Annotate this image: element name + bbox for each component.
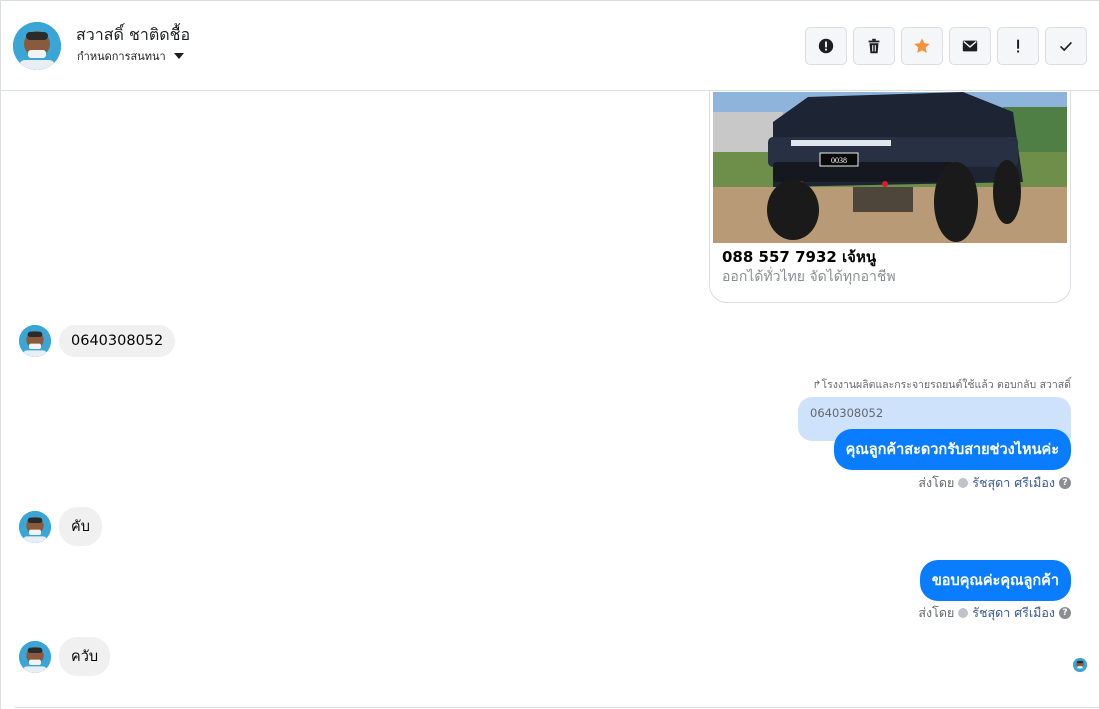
outgoing-message[interactable]: ขอบคุณค่ะคุณลูกค้า <box>919 560 1071 601</box>
spam-button[interactable] <box>997 27 1039 65</box>
incoming-message-row: คับ <box>19 507 102 546</box>
incoming-message[interactable]: คับ <box>59 507 102 546</box>
truck-image: 0038 <box>713 92 1067 243</box>
check-icon <box>1060 41 1072 52</box>
message-list[interactable]: 0038 088 557 7932 เจ้หนู ออกได้ทั่วไทย จ… <box>1 91 1099 709</box>
incoming-message[interactable]: 0640308052 <box>59 325 176 357</box>
star-button[interactable] <box>901 27 943 65</box>
conversation-window: สวาสดิ์ ชาติดชื้อ กำหนดการสนทนา 0038 088… <box>0 0 1099 709</box>
agent-status-icon <box>958 478 969 488</box>
mark-done-button[interactable] <box>1045 27 1087 65</box>
incoming-message-row: ควับ <box>19 637 111 676</box>
help-icon[interactable]: ? <box>1059 607 1071 619</box>
star-icon <box>914 38 930 53</box>
agent-status-icon <box>958 608 969 618</box>
incoming-message-row: 0640308052 <box>19 325 176 357</box>
composer-divider <box>15 707 1099 708</box>
contact-avatar[interactable] <box>19 640 51 673</box>
agent-name[interactable]: รัชสุดา ศรีเมือง <box>972 603 1055 623</box>
seen-indicator-avatar <box>1073 658 1087 672</box>
mark-unread-button[interactable] <box>949 27 991 65</box>
sent-by-label: ส่งโดย <box>918 475 955 490</box>
trash-icon <box>868 38 880 54</box>
help-icon[interactable]: ? <box>1059 477 1071 489</box>
conversation-schedule-dropdown[interactable]: กำหนดการสนทนา <box>77 47 184 65</box>
incoming-message[interactable]: ควับ <box>59 637 111 676</box>
sent-by-info: ส่งโดย รัชสุดา ศรีเมือง ? <box>918 473 1071 493</box>
toolbar <box>805 27 1087 65</box>
schedule-label: กำหนดการสนทนา <box>77 50 166 63</box>
contact-avatar[interactable] <box>13 22 61 70</box>
alert-circle-icon <box>818 38 834 54</box>
sent-by-label: ส่งโดย <box>918 605 955 620</box>
envelope-icon <box>962 40 978 52</box>
contact-avatar[interactable] <box>19 510 51 543</box>
report-button[interactable] <box>805 27 847 65</box>
conversation-header: สวาสดิ์ ชาติดชื้อ กำหนดการสนทนา <box>1 1 1099 91</box>
reply-note: ↱โรงงานผลิตและกระจายรถยนต์ใช้แล้ว ตอบกลั… <box>812 379 1071 391</box>
exclamation-icon <box>1017 39 1020 53</box>
agent-name[interactable]: รัชสุดา ศรีเมือง <box>972 473 1055 493</box>
contact-avatar[interactable] <box>19 325 51 357</box>
card-subtitle: ออกได้ทั่วไทย จัดได้ทุกอาชีพ <box>722 269 896 285</box>
caret-down-icon <box>173 53 184 59</box>
sent-by-info: ส่งโดย รัชสุดา ศรีเมือง ? <box>918 603 1071 623</box>
license-plate: 0038 <box>831 156 847 165</box>
delete-button[interactable] <box>853 27 895 65</box>
ad-card-message[interactable]: 0038 088 557 7932 เจ้หนู ออกได้ทั่วไทย จ… <box>709 91 1071 303</box>
outgoing-message[interactable]: คุณลูกค้าสะดวกรับสายช่วงไหนค่ะ <box>833 429 1071 470</box>
reply-note-text: โรงงานผลิตและกระจายรถยนต์ใช้แล้ว ตอบกลับ… <box>821 379 1071 391</box>
contact-name[interactable]: สวาสดิ์ ชาติดชื้อ <box>76 23 190 48</box>
